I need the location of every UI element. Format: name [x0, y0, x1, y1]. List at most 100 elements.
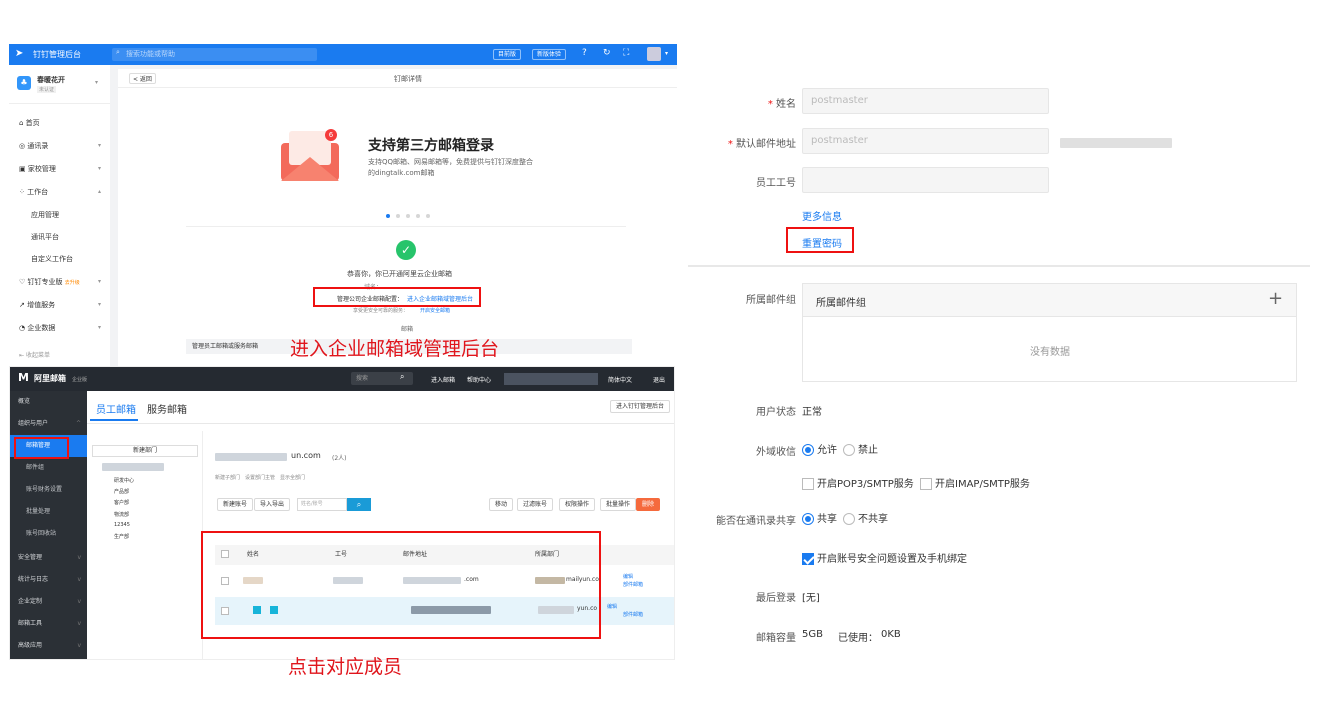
tree-item[interactable]: 生产部: [114, 533, 129, 540]
permission-button[interactable]: 权限操作: [559, 498, 596, 511]
upgrade-badge: 去升级: [64, 280, 80, 286]
annotation-enter-admin: 进入企业邮箱域管理后台: [290, 338, 500, 360]
share-yes-radio[interactable]: 共享: [802, 510, 837, 525]
back-button[interactable]: < 返回: [129, 73, 156, 84]
sidebar-item-pro[interactable]: ♡ 钉钉专业版 去升级 ▾: [9, 272, 110, 292]
help-icon[interactable]: ?: [582, 48, 587, 58]
sidebar-item-data[interactable]: ◔ 企业数据 ▾: [9, 318, 110, 338]
section-label: 邮箱: [401, 326, 414, 333]
org-name[interactable]: 春暖花开: [37, 75, 65, 85]
capacity-label: 邮箱容量: [756, 633, 796, 644]
filter-account-button[interactable]: 过滤账号: [517, 498, 554, 511]
chevron-down-icon: ▾: [97, 142, 101, 149]
mail-link[interactable]: 部件邮箱: [623, 611, 643, 618]
sidebar-item-apps[interactable]: 应用管理: [9, 205, 110, 225]
fullscreen-icon[interactable]: ⛶: [623, 48, 629, 58]
sidebar-item-tools[interactable]: 邮箱工具 v: [10, 613, 87, 635]
sidebar-item-security[interactable]: 安全管理 v: [10, 547, 87, 569]
more-info-link[interactable]: 更多信息: [802, 208, 842, 223]
sidebar-item-label: 钉钉专业版: [27, 278, 63, 286]
radio-checked-icon: [802, 513, 814, 525]
add-icon[interactable]: +: [1268, 288, 1283, 309]
safety-link[interactable]: 开启安全邮箱: [420, 307, 450, 314]
share-no-radio[interactable]: 不共享: [843, 510, 888, 525]
mail-link[interactable]: 部件邮箱: [623, 581, 643, 588]
sidebar-item-recycle[interactable]: 账号回收站: [10, 523, 87, 545]
sidebar-item-contacts[interactable]: ◎ 通讯录 ▾: [9, 136, 110, 156]
app-title: 钉钉管理后台: [33, 50, 81, 59]
top-bar: M 阿里邮箱 企业版 搜索 ⌕ 进入邮箱 帮助中心 简体中文 退出: [10, 367, 674, 391]
tree-item[interactable]: 产品部: [114, 488, 129, 495]
new-version-button[interactable]: 新版体验: [532, 49, 567, 60]
enter-dingtalk-admin-button[interactable]: 进入钉钉管理后台: [610, 400, 671, 413]
top-bar: ➤ 钉钉管理后台 搜索功能或帮助 ⌕ 目前版 新版体验 ? ↻ ⛶ ▾: [9, 44, 677, 65]
refresh-icon[interactable]: ↻: [603, 48, 611, 58]
pop3-checkbox[interactable]: 开启POP3/SMTP服务: [802, 475, 914, 490]
delete-button[interactable]: 删除: [636, 498, 661, 511]
email-field[interactable]: postmaster: [802, 128, 1049, 154]
security-checkbox[interactable]: 开启账号安全问题设置及手机绑定: [802, 550, 967, 565]
sidebar-item-mail-group[interactable]: 邮件组: [10, 457, 87, 479]
sidebar-item-stats[interactable]: 统计与日志 v: [10, 569, 87, 591]
account-info-blurred: [504, 373, 598, 385]
tab-staff-mailbox[interactable]: 员工邮箱: [96, 401, 136, 416]
help-center-link[interactable]: 帮助中心: [467, 375, 491, 384]
name-field[interactable]: postmaster: [802, 88, 1049, 114]
sidebar-item-platform[interactable]: 通讯平台: [9, 227, 110, 247]
sidebar-item-custom[interactable]: 自定义工作台: [9, 249, 110, 269]
sidebar-item-workbench[interactable]: ⁘ 工作台 ▴: [9, 182, 110, 202]
new-department-button[interactable]: 新建部门: [92, 445, 198, 457]
used-label: 已使用：: [838, 633, 878, 644]
old-version-button[interactable]: 目前版: [493, 49, 522, 60]
move-button[interactable]: 移动: [489, 498, 514, 511]
language-select[interactable]: 简体中文: [608, 375, 632, 384]
sidebar-item-home[interactable]: ⌂ 首页: [9, 113, 110, 133]
sidebar-item-org-users[interactable]: 组织与用户 ^: [10, 413, 87, 435]
account-search-input[interactable]: 姓名/账号: [297, 498, 347, 511]
tree-item[interactable]: 研发中心: [114, 477, 134, 484]
carousel-dots[interactable]: [386, 211, 436, 221]
tab-service-mailbox[interactable]: 服务邮箱: [147, 401, 187, 416]
imap-checkbox[interactable]: 开启IMAP/SMTP服务: [920, 475, 1030, 490]
search-icon[interactable]: ⌕: [347, 498, 371, 511]
external-deny-radio[interactable]: 禁止: [843, 441, 878, 456]
search-icon[interactable]: ⌕: [400, 372, 404, 382]
collapse-menu-button[interactable]: ⇤ 收起菜单: [9, 346, 110, 366]
empid-field[interactable]: [802, 167, 1049, 193]
logout-link[interactable]: 退出: [653, 375, 665, 384]
external-allow-radio[interactable]: 允许: [802, 441, 837, 456]
radio-label: 禁止: [858, 445, 878, 456]
sidebar-item-batch[interactable]: 批量处理: [10, 501, 87, 523]
edit-link[interactable]: 编辑: [607, 603, 617, 610]
last-login-value: [无]: [802, 593, 820, 604]
empty-text: 没有数据: [1030, 347, 1070, 358]
tree-item[interactable]: 物流部: [114, 511, 129, 518]
root-department-blurred[interactable]: [102, 463, 164, 471]
sidebar-item-advanced[interactable]: 高级应用 v: [10, 635, 87, 657]
avatar[interactable]: [647, 47, 661, 61]
department-sub-links[interactable]: 新建子部门 设置部门主管 显示全部门: [215, 474, 305, 481]
chevron-down-icon[interactable]: ▾: [665, 50, 668, 57]
sidebar-item-overview[interactable]: 概览: [10, 391, 87, 413]
sidebar-item-account-settings[interactable]: 账号财务设置: [10, 479, 87, 501]
sidebar-item-school[interactable]: ▣ 家校管理 ▾: [9, 159, 110, 179]
batch-button[interactable]: 批量操作: [600, 498, 637, 511]
highlight-box-reset-password: [786, 227, 854, 253]
tree-item[interactable]: 12345: [114, 522, 130, 528]
name-label: * 姓名: [767, 99, 796, 110]
enter-mailbox-link[interactable]: 进入邮箱: [431, 375, 455, 384]
checkbox-icon: [802, 478, 814, 490]
search-input[interactable]: 搜索功能或帮助: [112, 48, 317, 61]
sidebar-item-value[interactable]: ↗ 增值服务 ▾: [9, 295, 110, 315]
chevron-down-icon[interactable]: ▾: [95, 79, 98, 86]
sidebar-item-label: 企业定制: [18, 598, 43, 605]
checkbox-label: 开启账号安全问题设置及手机绑定: [817, 554, 967, 565]
edit-link[interactable]: 编辑: [623, 573, 633, 580]
tree-item[interactable]: 客户部: [114, 499, 129, 506]
sidebar-item-custom[interactable]: 企业定制 v: [10, 591, 87, 613]
last-login-label: 最后登录: [756, 593, 796, 604]
new-account-button[interactable]: 新建账号: [217, 498, 254, 511]
radio-label: 不共享: [858, 514, 888, 525]
import-export-button[interactable]: 导入导出: [254, 498, 291, 511]
org-icon: ♣: [17, 76, 31, 90]
